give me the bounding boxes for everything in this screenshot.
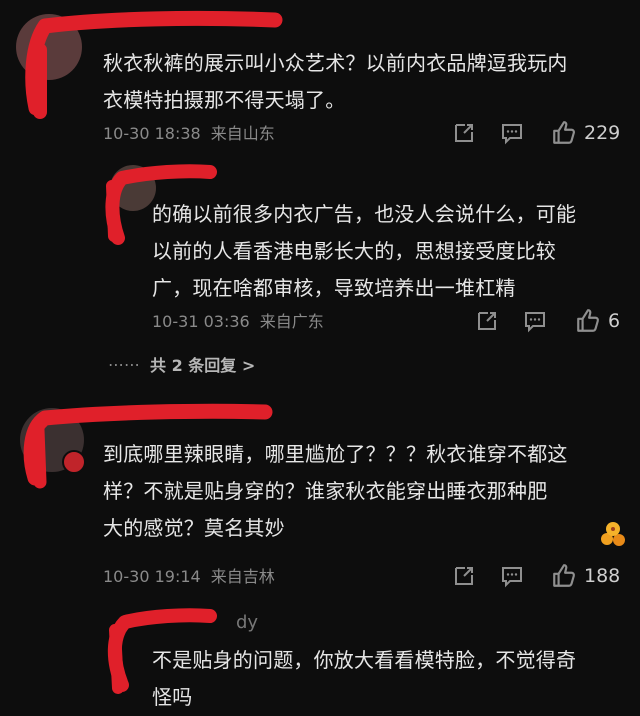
comment-icon[interactable] xyxy=(500,564,524,588)
badge-icon xyxy=(62,450,86,474)
comment-icon[interactable] xyxy=(500,121,524,145)
comment-date: 10-30 18:38 xyxy=(103,124,201,143)
comment-text: 的确以前很多内衣广告，也没人会说什么，可能 以前的人看香港电影长大的，思想接受度… xyxy=(152,196,622,307)
comment-text: 秋衣秋裤的展示叫小众艺术？以前内衣品牌逗我玩内 衣模特拍摄那不得天塌了。 xyxy=(103,45,633,119)
avatar[interactable] xyxy=(110,165,156,211)
comment-line: 大的感觉？莫名其妙 xyxy=(103,516,285,540)
share-icon[interactable] xyxy=(452,564,476,588)
sticker-icon xyxy=(601,522,625,546)
comment-line: 以前的人看香港电影长大的，思想接受度比较 xyxy=(152,239,556,263)
username-partial[interactable]: dy xyxy=(236,612,258,633)
comment-line: 秋衣秋裤的展示叫小众艺术？以前内衣品牌逗我玩内 xyxy=(103,51,568,75)
comment-line: 到底哪里辣眼睛，哪里尴尬了？？？秋衣谁穿不都这 xyxy=(103,442,568,466)
share-icon[interactable] xyxy=(452,121,476,145)
comment-text: 到底哪里辣眼睛，哪里尴尬了？？？秋衣谁穿不都这 样？不就是贴身穿的？谁家秋衣能穿… xyxy=(103,436,633,547)
like-count: 188 xyxy=(584,565,621,587)
like-icon[interactable] xyxy=(551,563,577,589)
comment-date: 10-31 03:36 xyxy=(152,312,250,331)
like-count: 229 xyxy=(584,122,621,144)
comment-line: 样？不就是贴身穿的？谁家秋衣能穿出睡衣那种肥 xyxy=(103,479,548,503)
comment-icon[interactable] xyxy=(523,309,547,333)
comment-line: 广，现在啥都审核，导致培养出一堆杠精 xyxy=(152,276,516,300)
ellipsis: ⋯⋯ xyxy=(108,354,140,374)
share-icon[interactable] xyxy=(475,309,499,333)
comment-location: 来自山东 xyxy=(210,124,275,143)
view-more-replies[interactable]: ⋯⋯ 共 2 条回复 > xyxy=(108,352,255,376)
like-count: 6 xyxy=(608,310,621,332)
like-icon[interactable] xyxy=(551,120,577,146)
comment-location: 来自吉林 xyxy=(210,567,275,586)
comment-location: 来自广东 xyxy=(259,312,324,331)
comment-meta: 10-31 03:36 来自广东 xyxy=(152,312,324,332)
comment-date: 10-30 19:14 xyxy=(103,567,201,586)
comment-line: 的确以前很多内衣广告，也没人会说什么，可能 xyxy=(152,202,577,226)
more-replies-link[interactable]: 共 2 条回复 > xyxy=(150,352,255,376)
comment-line: 衣模特拍摄那不得天塌了。 xyxy=(103,88,346,112)
comment-meta: 10-30 19:14 来自吉林 xyxy=(103,567,275,587)
comment-line: 不是贴身的问题，你放大看看模特脸，不觉得奇 xyxy=(152,648,577,672)
like-icon[interactable] xyxy=(575,308,601,334)
comment-meta: 10-30 18:38 来自山东 xyxy=(103,124,275,144)
comment-text: 不是贴身的问题，你放大看看模特脸，不觉得奇 怪吗 xyxy=(152,642,622,716)
avatar[interactable] xyxy=(16,14,82,80)
